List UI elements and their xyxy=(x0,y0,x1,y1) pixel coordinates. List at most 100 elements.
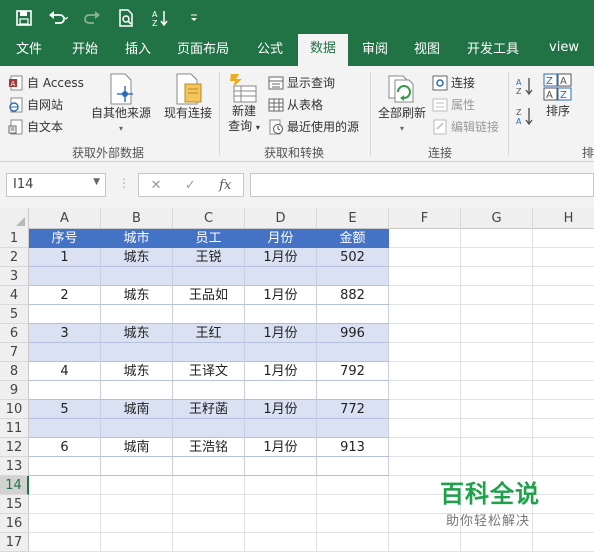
sort-button[interactable]: ZAAZ 排序 xyxy=(540,72,576,119)
row-header[interactable]: 7 xyxy=(0,343,29,362)
row-header[interactable]: 15 xyxy=(0,495,29,514)
table-cell-month[interactable] xyxy=(245,381,317,400)
table-cell-amount[interactable]: 913 xyxy=(317,438,389,457)
table-header-city[interactable]: 城市 xyxy=(101,229,173,248)
existing-connections-button[interactable]: 现有连接 xyxy=(160,72,216,121)
from-access-button[interactable]: A 自 Access xyxy=(8,74,84,91)
column-header[interactable]: H xyxy=(533,208,594,229)
customize-icon[interactable] xyxy=(184,8,204,28)
table-cell-employee[interactable]: 王锐 xyxy=(173,248,245,267)
table-cell-amount[interactable] xyxy=(317,419,389,438)
other-sources-button[interactable]: 自其他来源 ▾ xyxy=(90,72,152,136)
name-box[interactable]: I14 ▼ xyxy=(6,173,106,197)
tab-developer[interactable]: 开发工具 xyxy=(452,36,534,66)
table-cell-month[interactable]: 1月份 xyxy=(245,400,317,419)
edit-links-button[interactable]: 编辑链接 xyxy=(432,118,499,135)
table-cell-city[interactable] xyxy=(101,305,173,324)
table-cell-employee[interactable] xyxy=(173,381,245,400)
table-cell-seq[interactable]: 3 xyxy=(29,324,101,343)
table-cell-seq[interactable] xyxy=(29,419,101,438)
column-header[interactable]: G xyxy=(461,208,533,229)
table-cell-amount[interactable] xyxy=(317,343,389,362)
sort-icon[interactable]: AZ xyxy=(150,8,170,28)
table-cell-month[interactable] xyxy=(245,343,317,362)
tab-insert[interactable]: 插入 xyxy=(112,36,164,66)
tab-view-en[interactable]: view xyxy=(534,36,594,66)
table-cell-month[interactable]: 1月份 xyxy=(245,286,317,305)
table-cell-seq[interactable] xyxy=(29,381,101,400)
table-cell-month[interactable]: 1月份 xyxy=(245,362,317,381)
table-cell-city[interactable]: 城东 xyxy=(101,248,173,267)
table-cell-seq[interactable]: 6 xyxy=(29,438,101,457)
table-header-amount[interactable]: 金额 xyxy=(317,229,389,248)
table-cell-amount[interactable]: 792 xyxy=(317,362,389,381)
table-cell-employee[interactable]: 王红 xyxy=(173,324,245,343)
table-cell-city[interactable] xyxy=(101,457,173,476)
from-text-button[interactable]: 自文本 xyxy=(8,118,63,135)
table-cell-employee[interactable]: 王浩铭 xyxy=(173,438,245,457)
name-box-dropdown-icon[interactable]: ▼ xyxy=(93,177,100,187)
tab-file[interactable]: 文件 xyxy=(0,36,58,66)
cancel-icon[interactable]: ✕ xyxy=(151,178,162,193)
tab-data[interactable]: 数据 xyxy=(298,34,348,66)
table-cell-month[interactable]: 1月份 xyxy=(245,324,317,343)
table-cell-seq[interactable] xyxy=(29,267,101,286)
insert-function-icon[interactable]: fx xyxy=(219,178,231,193)
table-cell-seq[interactable]: 2 xyxy=(29,286,101,305)
table-cell-city[interactable]: 城南 xyxy=(101,438,173,457)
sort-descending-button[interactable]: ZA xyxy=(516,106,534,126)
formula-input[interactable] xyxy=(250,173,594,197)
table-cell-city[interactable] xyxy=(101,267,173,286)
row-header[interactable]: 11 xyxy=(0,419,29,438)
table-cell-seq[interactable] xyxy=(29,305,101,324)
table-header-seq[interactable]: 序号 xyxy=(29,229,101,248)
row-header[interactable]: 8 xyxy=(0,362,29,381)
properties-button[interactable]: 属性 xyxy=(432,96,475,113)
tab-view[interactable]: 视图 xyxy=(402,36,452,66)
table-cell-city[interactable]: 城东 xyxy=(101,286,173,305)
table-cell-month[interactable] xyxy=(245,419,317,438)
table-cell-amount[interactable] xyxy=(317,457,389,476)
table-cell-seq[interactable] xyxy=(29,343,101,362)
column-header[interactable]: A xyxy=(29,208,101,229)
save-icon[interactable] xyxy=(14,8,34,28)
from-table-button[interactable]: 从表格 xyxy=(268,96,323,113)
redo-icon[interactable] xyxy=(82,8,102,28)
row-header[interactable]: 1 xyxy=(0,229,29,248)
table-cell-month[interactable]: 1月份 xyxy=(245,438,317,457)
from-web-button[interactable]: 自网站 xyxy=(8,96,63,113)
table-cell-employee[interactable] xyxy=(173,267,245,286)
row-header[interactable]: 9 xyxy=(0,381,29,400)
table-cell-amount[interactable] xyxy=(317,267,389,286)
table-cell-seq[interactable]: 4 xyxy=(29,362,101,381)
row-header[interactable]: 10 xyxy=(0,400,29,419)
column-header[interactable]: B xyxy=(101,208,173,229)
table-cell-city[interactable] xyxy=(101,419,173,438)
sort-ascending-button[interactable]: AZ xyxy=(516,76,534,96)
row-header[interactable]: 13 xyxy=(0,457,29,476)
table-cell-employee[interactable] xyxy=(173,343,245,362)
table-cell-employee[interactable] xyxy=(173,457,245,476)
recent-sources-button[interactable]: 最近使用的源 xyxy=(268,118,359,135)
row-header[interactable]: 12 xyxy=(0,438,29,457)
row-header[interactable]: 14 xyxy=(0,476,29,495)
table-cell-seq[interactable]: 5 xyxy=(29,400,101,419)
table-cell-amount[interactable]: 502 xyxy=(317,248,389,267)
table-cell-city[interactable]: 城东 xyxy=(101,324,173,343)
table-cell-seq[interactable] xyxy=(29,457,101,476)
row-header[interactable]: 16 xyxy=(0,514,29,533)
undo-icon[interactable] xyxy=(48,8,68,28)
table-cell-amount[interactable] xyxy=(317,305,389,324)
table-cell-amount[interactable]: 996 xyxy=(317,324,389,343)
table-cell-seq[interactable]: 1 xyxy=(29,248,101,267)
table-cell-city[interactable]: 城东 xyxy=(101,362,173,381)
table-cell-month[interactable] xyxy=(245,457,317,476)
table-header-employee[interactable]: 员工 xyxy=(173,229,245,248)
row-header[interactable]: 2 xyxy=(0,248,29,267)
row-header[interactable]: 4 xyxy=(0,286,29,305)
column-header[interactable]: C xyxy=(173,208,245,229)
table-cell-month[interactable] xyxy=(245,267,317,286)
table-cell-city[interactable]: 城南 xyxy=(101,400,173,419)
print-preview-icon[interactable] xyxy=(116,8,136,28)
tab-formulas[interactable]: 公式 xyxy=(242,36,298,66)
